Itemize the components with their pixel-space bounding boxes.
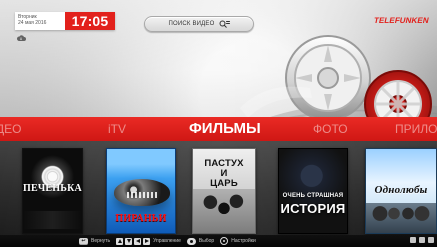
poster-title-line-2: ИСТОРИЯ	[280, 201, 346, 216]
footer-select-label: Выбор	[198, 238, 215, 244]
footer-mini-icons	[410, 237, 434, 243]
poster-title: ПАСТУХ И ЦАРЬ	[193, 159, 255, 189]
date-text: Вторник 24 мая 2016	[18, 14, 66, 26]
poster-item[interactable]: Однолюбы	[365, 148, 437, 234]
poster-art	[366, 203, 436, 233]
category-apps[interactable]: ПРИЛО	[395, 120, 437, 138]
category-carousel: ДЕО iTV ФИЛЬМЫ ФОТО ПРИЛО	[0, 117, 437, 141]
category-itv[interactable]: iTV	[108, 120, 126, 138]
arrow-keys-icon	[116, 237, 151, 245]
poster-art	[193, 189, 255, 233]
poster-item[interactable]: ПЕЧЕНЬКА	[22, 148, 83, 234]
poster-art-detail	[127, 192, 157, 198]
poster-item[interactable]: ОЧЕНЬ СТРАШНАЯ ИСТОРИЯ	[278, 148, 348, 234]
poster-item[interactable]: ПАСТУХ И ЦАРЬ	[192, 148, 256, 234]
date-label: 24 мая 2016	[18, 20, 47, 26]
footer-controls: ↩ Вернуть Управление Выбор Настройки	[0, 235, 437, 247]
poster-title: ПИРАНЬИ	[115, 213, 167, 224]
mini-icon	[410, 237, 416, 243]
poster-item[interactable]: ПИРАНЬИ	[106, 148, 176, 234]
footer-select: Выбор	[186, 237, 215, 245]
brand-logo: TELEFUNKEN	[373, 16, 430, 25]
footer-back: ↩ Вернуть	[79, 237, 111, 245]
footer-settings: Настройки	[220, 237, 256, 245]
ok-key-icon	[186, 237, 196, 245]
footer-control: Управление	[116, 237, 181, 245]
search-icon	[219, 20, 230, 28]
clock-time: 17:05	[65, 12, 115, 30]
footer-settings-label: Настройки	[231, 238, 256, 244]
gear-icon	[220, 237, 229, 245]
category-photo[interactable]: ФОТО	[313, 120, 348, 138]
poster-title: ПЕЧЕНЬКА	[23, 183, 82, 194]
arrow-left-icon	[134, 237, 142, 245]
smart-tv-home-screen: Вторник 24 мая 2016 17:05 ПОИСК ВИДЕО TE…	[0, 0, 437, 247]
cloud-icon	[16, 35, 26, 41]
search-video-button[interactable]: ПОИСК ВИДЕО	[144, 16, 254, 32]
mini-icon	[428, 237, 434, 243]
search-label: ПОИСК ВИДЕО	[168, 21, 215, 27]
poster-title: Однолюбы	[374, 184, 428, 196]
date-time-widget: Вторник 24 мая 2016 17:05	[15, 12, 115, 30]
footer-back-label: Вернуть	[91, 238, 111, 244]
arrow-down-icon	[125, 237, 133, 245]
category-video[interactable]: ДЕО	[0, 120, 21, 138]
arrow-right-icon	[143, 237, 151, 245]
footer-control-label: Управление	[153, 238, 181, 244]
mini-icon	[419, 237, 425, 243]
poster-texture	[23, 211, 82, 229]
arrow-up-icon	[116, 237, 124, 245]
poster-title-line-3: ЦАРЬ	[210, 178, 238, 189]
category-films[interactable]: ФИЛЬМЫ	[189, 118, 261, 140]
poster-title-line-1: ОЧЕНЬ СТРАШНАЯ	[282, 193, 344, 199]
back-key-icon: ↩	[79, 237, 88, 245]
